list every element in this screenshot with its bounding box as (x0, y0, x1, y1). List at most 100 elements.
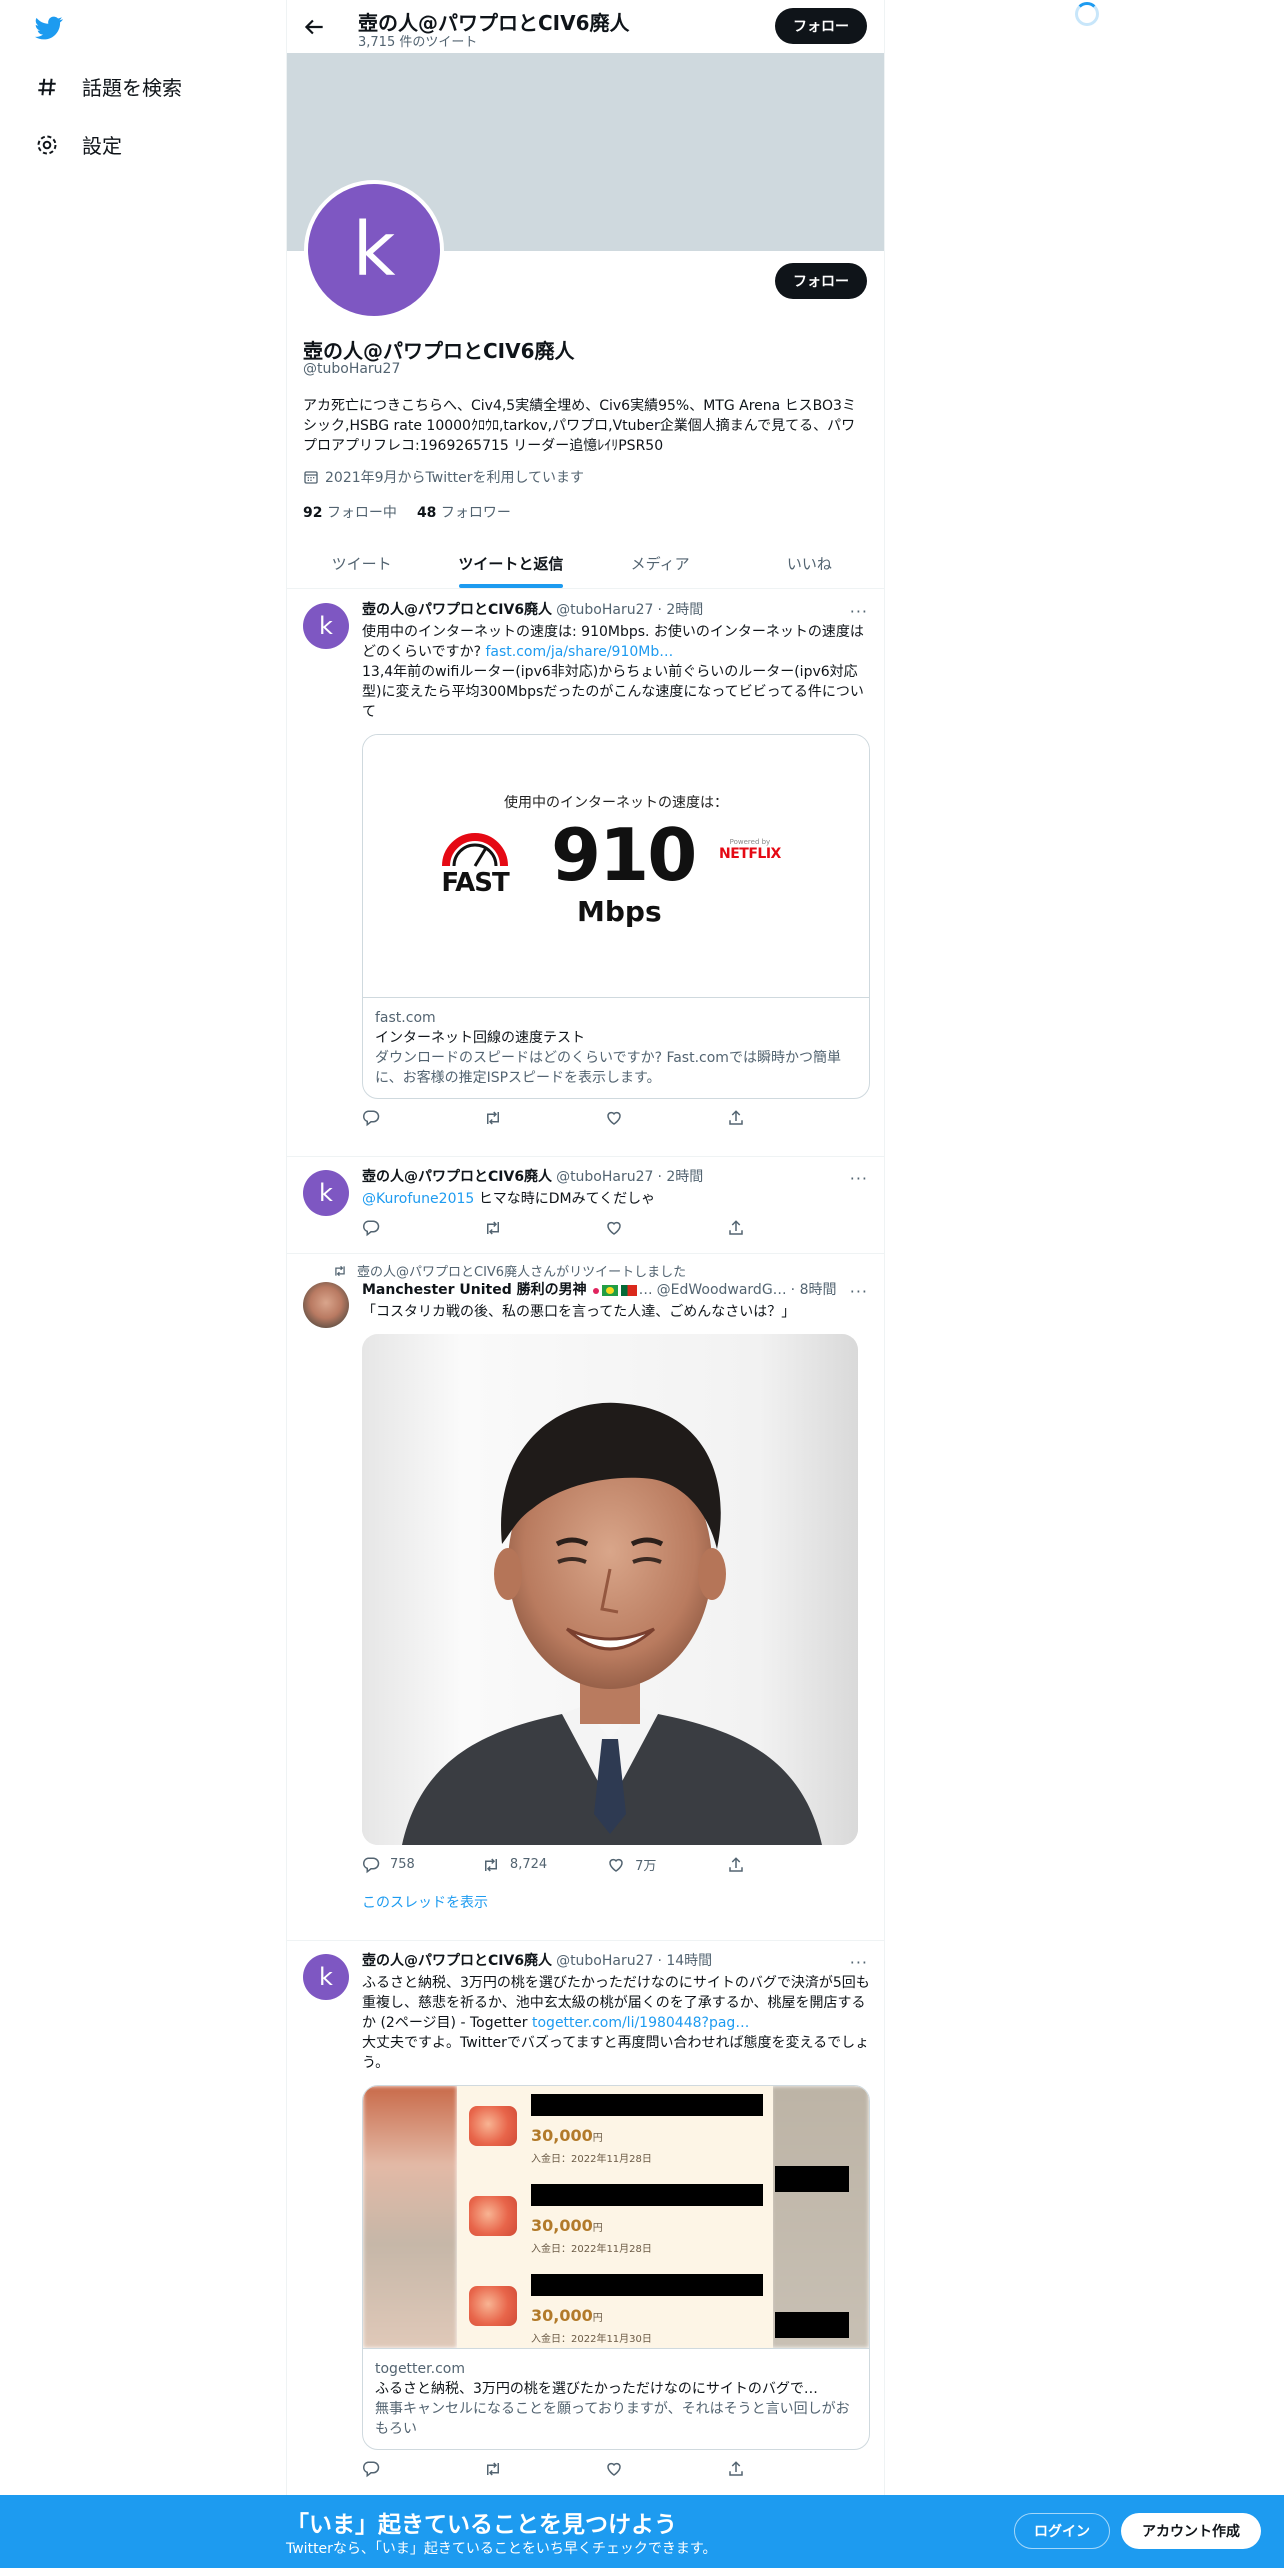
tweet-header: 壺の人@パワプロとCIV6廃人 @tuboHaru27 · 2時間 (362, 1168, 870, 1187)
retweet-icon (486, 2462, 499, 2476)
tweet-text: @Kurofune2015 ヒマな時にDMみてくだしゃ (362, 1191, 656, 1207)
card-meta: togetter.com ふるさと納税、3万円の桃を選びたかっただけなのにサイト… (363, 2348, 869, 2449)
heart-icon (609, 1858, 623, 1872)
back-arrow-icon[interactable] (301, 14, 327, 40)
peach-icon (469, 2106, 517, 2146)
payment-row: 30,000円 入金日：2022年11月30日 (465, 2266, 765, 2346)
nav-explore[interactable]: 話題を検索 (34, 72, 182, 101)
twitter-logo-icon[interactable] (32, 14, 66, 42)
tweet-time[interactable]: · 8時間 (791, 1281, 837, 1300)
tweet-author-name[interactable]: 壺の人@パワプロとCIV6廃人 (362, 1952, 552, 1971)
heart-icon (607, 2462, 622, 2476)
profile-bio: アカ死亡につきこちらへ、Civ4,5実績全埋め、Civ6実績95%、MTG Ar… (303, 398, 856, 454)
speed-value: 910 (551, 813, 697, 897)
nav-settings[interactable]: 設定 (34, 130, 122, 159)
tweet-photo[interactable] (362, 1334, 858, 1845)
payment-list: 30,000円 入金日：2022年11月28日 30,000円 入金日：2022… (457, 2086, 773, 2348)
tweet-time[interactable]: · 14時間 (657, 1952, 712, 1971)
retweeted-by-text[interactable]: 壺の人@パワプロとCIV6廃人さんがリツイートしました (357, 1261, 686, 1280)
payment-row: 30,000円 入金日：2022年11月28日 (465, 2086, 765, 2166)
tweet[interactable]: k ··· 壺の人@パワプロとCIV6廃人 @tuboHaru27 · 2時間 … (287, 1157, 884, 1254)
reply-button[interactable] (362, 1219, 422, 1237)
tweet-avatar[interactable]: k (303, 603, 349, 649)
reply-count: 758 (390, 1857, 415, 1872)
peach-icon (469, 2286, 517, 2326)
share-button[interactable] (727, 1219, 787, 1237)
tweet-text: 「コスタリカ戦の後、私の悪口を言ってた人達、ごめんなさいは？」 (362, 1304, 796, 1320)
tweet-avatar[interactable]: k (303, 1170, 349, 1216)
reply-button[interactable] (362, 2460, 422, 2478)
tab-likes[interactable]: いいね (735, 533, 884, 588)
banner-title: 「いま」起きていることを見つけよう (286, 2512, 677, 2538)
tweet-text: ふるさと納税、3万円の桃を選びたかっただけなのにサイトのバグで決済が5回も重複し… (362, 1975, 870, 2071)
tab-media[interactable]: メディア (586, 533, 735, 588)
share-button[interactable] (727, 2460, 787, 2478)
tab-tweets[interactable]: ツイート (287, 533, 436, 588)
header-follow-button[interactable]: フォロー (775, 8, 867, 44)
tweet-author-name[interactable]: Manchester United 勝利の男神 (362, 1281, 587, 1300)
card-meta: fast.com インターネット回線の速度テスト ダウンロードのスピードはどのく… (363, 997, 869, 1098)
netflix-logo: Powered by NETFLIX (719, 838, 781, 862)
share-button[interactable] (727, 1855, 787, 1874)
reply-button[interactable]: 758 (362, 1855, 422, 1874)
followers-link[interactable]: 48 フォロワー (417, 502, 511, 522)
like-button[interactable] (605, 1109, 665, 1127)
tweet-actions: 758 8,724 7万 (362, 1855, 787, 1874)
tab-tweets-replies[interactable]: ツイートと返信 (436, 533, 585, 588)
gear-icon (34, 132, 60, 158)
reply-icon (362, 1220, 380, 1237)
profile-tabs: ツイート ツイートと返信 メディア いいね (287, 533, 884, 589)
share-icon (729, 1220, 743, 1235)
tweet-author-handle[interactable]: @tuboHaru27 (556, 601, 653, 620)
like-button[interactable] (605, 2460, 665, 2478)
tweet[interactable]: k ··· 壺の人@パワプロとCIV6廃人 @tuboHaru27 · 2時間 … (287, 590, 884, 1157)
retweet-button[interactable] (484, 2460, 544, 2478)
like-button[interactable]: 7万 (607, 1855, 667, 1874)
reply-button[interactable] (362, 1109, 422, 1127)
retweet-count: 8,724 (509, 1857, 548, 1872)
tweet-time[interactable]: · 2時間 (657, 1168, 703, 1187)
login-button[interactable]: ログイン (1014, 2513, 1110, 2549)
share-icon (729, 2461, 743, 2476)
peach-icon (469, 2196, 517, 2236)
retweet-icon (486, 1221, 499, 1235)
tweet-author-name[interactable]: 壺の人@パワプロとCIV6廃人 (362, 1168, 552, 1187)
link-card[interactable]: 使用中のインターネットの速度は： FAST 910 Mbps Powered b… (362, 734, 870, 1099)
share-icon (729, 1856, 743, 1872)
signup-button[interactable]: アカウント作成 (1121, 2513, 1261, 2549)
tweet-actions (362, 1219, 787, 1237)
retweet-indicator: 壺の人@パワプロとCIV6廃人さんがリツイートしました (333, 1261, 686, 1280)
profile-name: 壺の人@パワプロとCIV6廃人 (303, 339, 575, 363)
profile-follow-button[interactable]: フォロー (775, 263, 867, 299)
profile-header-bar: 壺の人@パワプロとCIV6廃人 3,715 件のツイート フォロー (287, 0, 884, 53)
retweet-button[interactable] (484, 1109, 544, 1127)
card-title: ふるさと納税、3万円の桃を選びたかっただけなのにサイトのバグで… (375, 2381, 818, 2397)
tweet-author-handle[interactable]: @tuboHaru27 (556, 1952, 653, 1971)
card-description: 無事キャンセルになることを願っておりますが、それはそうと言い回しがおもろい (375, 2401, 850, 2437)
tweet-author-handle[interactable]: @tuboHaru27 (556, 1168, 653, 1187)
tweet-avatar[interactable] (303, 1282, 349, 1328)
tweet-actions (362, 2460, 787, 2478)
mention-link[interactable]: @Kurofune2015 (362, 1191, 474, 1207)
share-button[interactable] (727, 1109, 787, 1127)
tweet[interactable]: 壺の人@パワプロとCIV6廃人さんがリツイートしました ··· Manchest… (287, 1254, 884, 1941)
hashtag-icon (34, 74, 60, 100)
tweet-author-handle[interactable]: @EdWoodwardG… (657, 1281, 787, 1300)
heart-icon (607, 1111, 622, 1125)
tweet-link[interactable]: fast.com/ja/share/910Mb… (485, 644, 673, 660)
tweet-time[interactable]: · 2時間 (657, 601, 703, 620)
following-link[interactable]: 92 フォロー中 (303, 502, 397, 522)
tweet-link[interactable]: togetter.com/li/1980448?pag… (532, 2015, 749, 2031)
fast-logo: FAST (439, 830, 511, 898)
tweet-author-name[interactable]: 壺の人@パワプロとCIV6廃人 (362, 601, 552, 620)
flag-emojis-icon (592, 1285, 637, 1296)
profile-avatar[interactable]: k (304, 180, 444, 320)
tweet-avatar[interactable]: k (303, 1954, 349, 2000)
tweet[interactable]: k ··· 壺の人@パワプロとCIV6廃人 @tuboHaru27 · 14時間… (287, 1941, 884, 2501)
like-button[interactable] (605, 1219, 665, 1237)
retweet-button[interactable] (484, 1219, 544, 1237)
retweet-button[interactable]: 8,724 (482, 1855, 547, 1874)
link-card[interactable]: 30,000円 入金日：2022年11月28日 30,000円 入金日：2022… (362, 2085, 870, 2450)
show-thread-link[interactable]: このスレッドを表示 (362, 1892, 870, 1912)
like-count: 7万 (635, 1859, 657, 1874)
